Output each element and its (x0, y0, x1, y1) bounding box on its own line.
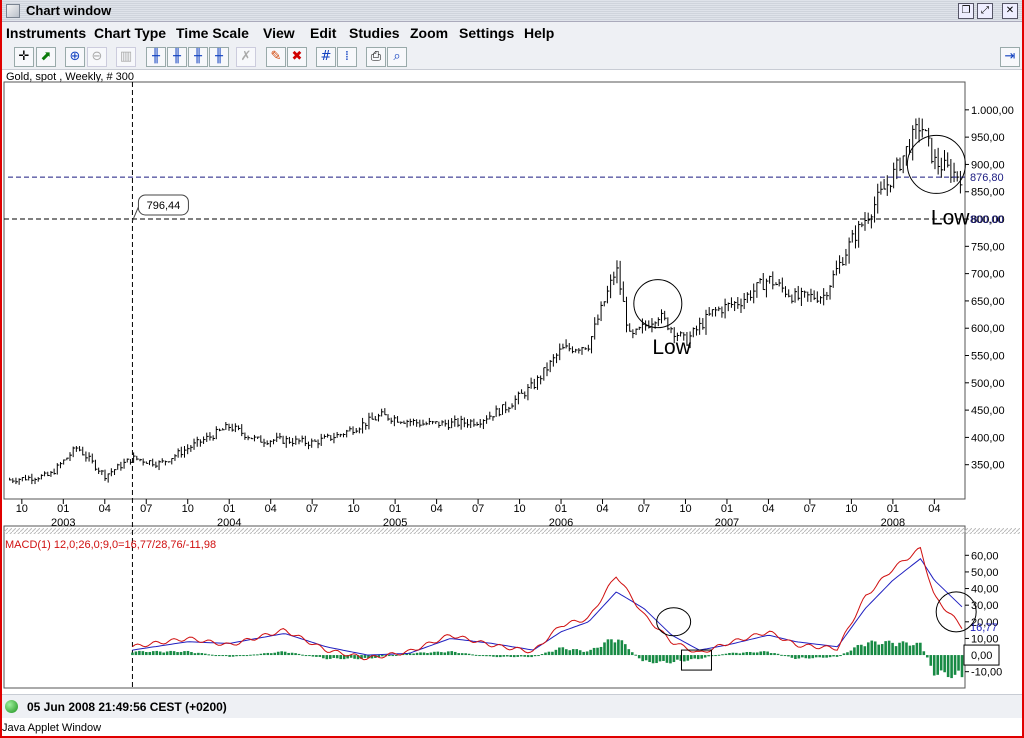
window-frame (0, 0, 1024, 738)
